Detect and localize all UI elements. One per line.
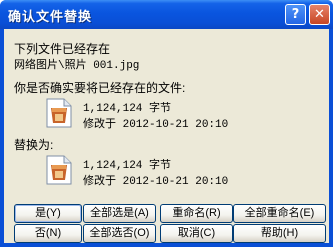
yes-button[interactable]: 是(Y) <box>14 204 82 223</box>
dialog-body: 下列文件已经存在 网络图片\照片 001.jpg 你是否确实要将已经存在的文件:… <box>4 29 329 243</box>
yes-to-all-button[interactable]: 全部选是(A) <box>83 204 156 223</box>
new-file-size: 1,124,124 字节 <box>83 160 172 172</box>
rename-button[interactable]: 重命名(R) <box>160 204 233 223</box>
replace-with-label: 替换为: <box>14 138 54 152</box>
title-bar[interactable]: 确认文件替换 ? ✕ <box>0 0 333 29</box>
no-button[interactable]: 否(N) <box>14 224 82 243</box>
window-frame-bottom <box>0 243 333 247</box>
file-path: 网络图片\照片 001.jpg <box>14 60 140 72</box>
image-file-icon <box>46 98 72 128</box>
no-to-all-button[interactable]: 全部选否(O) <box>83 224 156 243</box>
help-button[interactable]: 帮助(H) <box>233 224 326 243</box>
close-button[interactable]: ✕ <box>309 4 330 25</box>
existing-file-size: 1,124,124 字节 <box>83 103 172 115</box>
rename-all-button[interactable]: 全部重命名(E) <box>233 204 326 223</box>
image-file-icon <box>46 155 72 185</box>
cancel-button[interactable]: 取消(C) <box>160 224 233 243</box>
help-title-button[interactable]: ? <box>285 4 306 25</box>
message-line: 下列文件已经存在 <box>14 42 111 56</box>
question-text: 你是否确实要将已经存在的文件: <box>14 81 186 95</box>
new-file-modified: 修改于 2012-10-21 20:10 <box>83 176 229 188</box>
existing-file-modified: 修改于 2012-10-21 20:10 <box>83 119 229 131</box>
window-title: 确认文件替换 <box>8 10 93 25</box>
confirm-file-replace-dialog: 确认文件替换 ? ✕ 下列文件已经存在 网络图片\照片 001.jpg 你是否确… <box>0 0 333 247</box>
